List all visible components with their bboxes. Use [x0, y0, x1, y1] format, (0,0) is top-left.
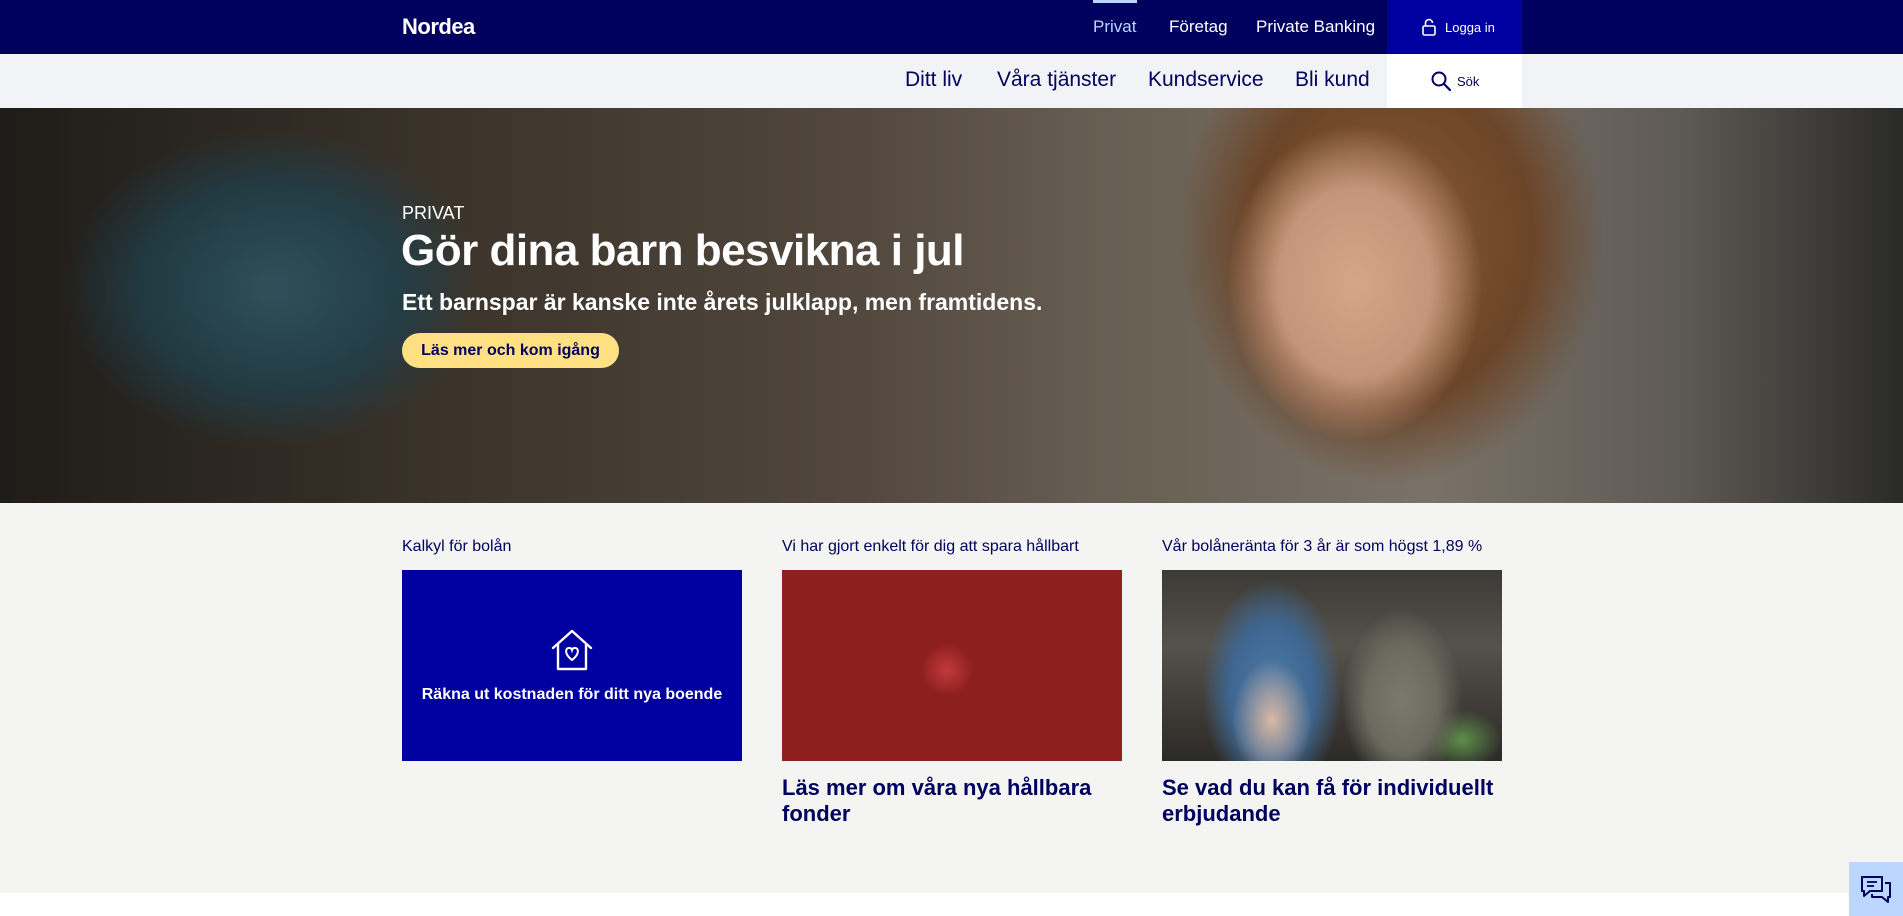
calculator-text: Räkna ut kostnaden för ditt nya boende	[421, 685, 723, 703]
card-title-link[interactable]: Se vad du kan få för individuellt erbjud…	[1162, 775, 1502, 827]
hero-subtitle: Ett barnspar är kanske inte årets julkla…	[402, 289, 1043, 315]
hero-banner: PRIVAT Gör dina barn besvikna i jul Ett …	[0, 108, 1903, 503]
chat-button[interactable]	[1849, 862, 1903, 916]
topnav-privat[interactable]: Privat	[1093, 17, 1136, 37]
subnav-ditt-liv[interactable]: Ditt liv	[905, 68, 962, 92]
house-heart-icon	[551, 629, 593, 670]
topnav-private-banking[interactable]: Private Banking	[1256, 17, 1375, 37]
search-icon	[1431, 71, 1451, 91]
mortgage-calculator-tile[interactable]: Räkna ut kostnaden för ditt nya boende	[402, 570, 742, 761]
apples-photo[interactable]	[782, 570, 1122, 761]
card-title-link[interactable]: Läs mer om våra nya hållbara fonder	[782, 775, 1122, 827]
card-label: Vår bolåneränta för 3 år är som högst 1,…	[1162, 538, 1483, 555]
search-button[interactable]: Sök	[1387, 54, 1522, 108]
card-mortgage-rate: Vår bolåneränta för 3 år är som högst 1,…	[1162, 538, 1502, 827]
card-label: Vi har gjort enkelt för dig att spara hå…	[782, 538, 1079, 555]
secondary-nav: Ditt liv Våra tjänster Kundservice Bli k…	[0, 54, 1903, 108]
search-label: Sök	[1457, 73, 1480, 89]
subnav-kundservice[interactable]: Kundservice	[1148, 68, 1264, 92]
topnav-foretag[interactable]: Företag	[1169, 17, 1228, 37]
chat-icon	[1861, 876, 1891, 903]
couple-kitchen-photo[interactable]	[1162, 570, 1502, 761]
hero-cta-button[interactable]: Läs mer och kom igång	[402, 333, 619, 368]
login-label: Logga in	[1445, 19, 1495, 35]
login-button[interactable]: Logga in	[1387, 0, 1522, 54]
subnav-vara-tjanster[interactable]: Våra tjänster	[997, 68, 1116, 92]
card-mortgage-calculator: Kalkyl för bolån Räkna ut kostnaden för …	[402, 538, 742, 761]
card-label: Kalkyl för bolån	[402, 538, 512, 555]
card-sustainable-funds: Vi har gjort enkelt för dig att spara hå…	[782, 538, 1122, 827]
subnav-bli-kund[interactable]: Bli kund	[1295, 68, 1370, 92]
nordea-logo[interactable]: Nordea	[402, 14, 475, 40]
footer-band	[0, 893, 1903, 916]
lock-icon	[1422, 18, 1436, 36]
hero-title: Gör dina barn besvikna i jul	[401, 226, 965, 275]
hero-eyebrow: PRIVAT	[402, 203, 465, 223]
active-tab-indicator	[1093, 0, 1137, 3]
top-bar: Nordea Privat Företag Private Banking Lo…	[0, 0, 1903, 54]
